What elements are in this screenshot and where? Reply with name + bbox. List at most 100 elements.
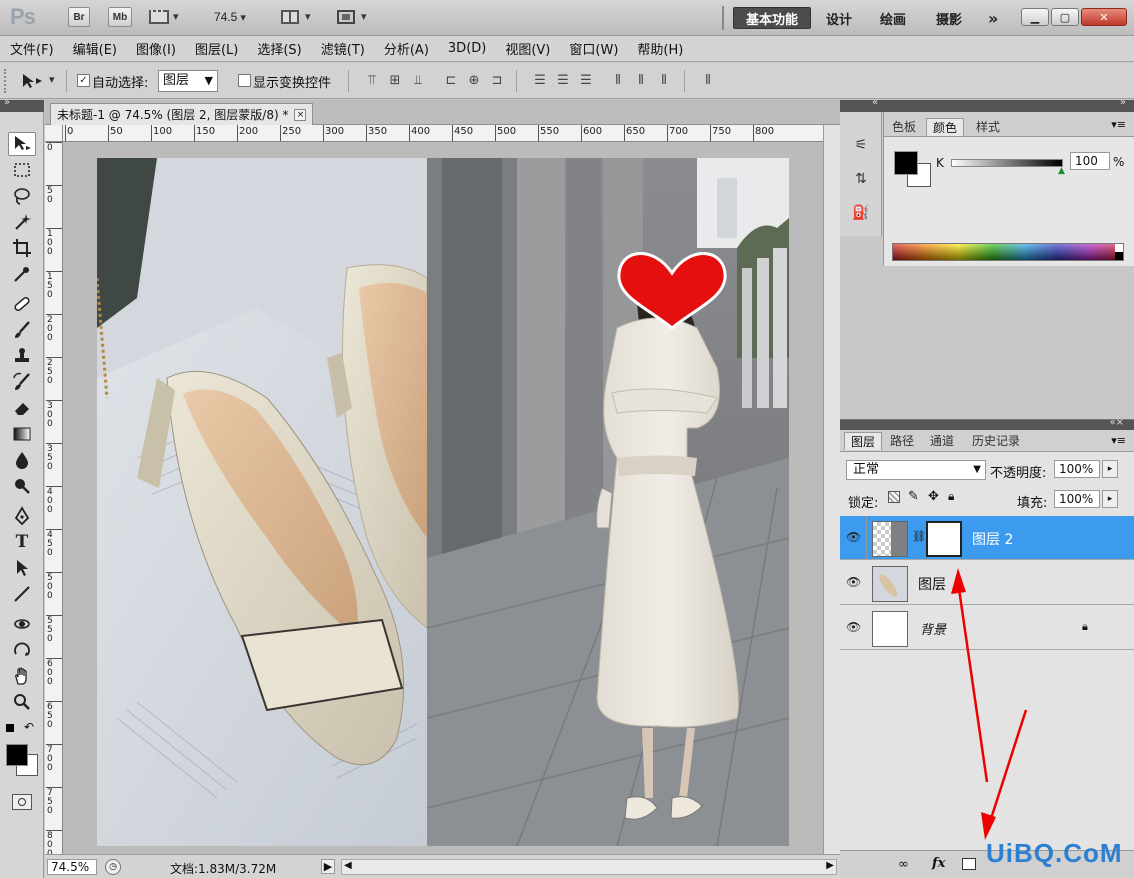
- fx-icon[interactable]: fx: [932, 856, 945, 871]
- workspace-painting-button[interactable]: 绘画: [874, 7, 912, 29]
- distribute-bottom-icon[interactable]: ☰: [578, 73, 594, 89]
- distribute-right-icon[interactable]: ⦀: [656, 73, 672, 89]
- opacity-input[interactable]: 100%: [1054, 460, 1100, 478]
- distribute-left-icon[interactable]: ⦀: [610, 73, 626, 89]
- ruler-origin[interactable]: [45, 125, 63, 142]
- healing-brush-tool[interactable]: [8, 292, 36, 316]
- link-layers-icon[interactable]: ∞: [898, 857, 909, 872]
- color-spectrum-bar[interactable]: [892, 243, 1124, 261]
- tab-channels[interactable]: 通道: [924, 432, 960, 450]
- opacity-slider-button[interactable]: ▸: [1102, 460, 1118, 478]
- more-workspaces-button[interactable]: »: [982, 7, 1004, 29]
- view-extras-dropdown[interactable]: [148, 8, 184, 28]
- distribute-vcenter-icon[interactable]: ☰: [555, 73, 571, 89]
- layer-name[interactable]: 图层 2: [972, 529, 1013, 549]
- layer-row-layer2[interactable]: 👁︎ ⛓︎ 图层 2: [840, 516, 1134, 560]
- status-zoom-input[interactable]: 74.5%: [47, 859, 97, 875]
- right-dock-header[interactable]: « »: [840, 97, 1134, 112]
- canvas-area[interactable]: [63, 142, 823, 854]
- menu-filter[interactable]: 滤镜(T): [321, 39, 365, 58]
- menu-image[interactable]: 图像(I): [136, 39, 176, 58]
- clone-stamp-tool[interactable]: [8, 344, 36, 368]
- menu-select[interactable]: 选择(S): [257, 39, 301, 58]
- auto-select-checkbox[interactable]: ✓: [77, 74, 90, 87]
- distribute-top-icon[interactable]: ☰: [532, 73, 548, 89]
- eye-icon[interactable]: 👁︎: [846, 575, 862, 589]
- menu-3d[interactable]: 3D(D): [448, 41, 486, 56]
- menu-help[interactable]: 帮助(H): [637, 39, 683, 58]
- tab-color[interactable]: 颜色: [926, 118, 965, 136]
- eye-icon[interactable]: 👁︎: [846, 620, 862, 634]
- menu-window[interactable]: 窗口(W): [569, 39, 618, 58]
- workspace-photography-button[interactable]: 摄影: [930, 7, 968, 29]
- align-hcenter-icon[interactable]: ⊕: [466, 73, 482, 89]
- bridge-button[interactable]: Br: [68, 7, 90, 27]
- tab-paths[interactable]: 路径: [884, 432, 920, 450]
- marquee-tool[interactable]: [8, 158, 36, 182]
- mini-bridge-button[interactable]: Mb: [108, 7, 132, 27]
- horizontal-scrollbar[interactable]: ◀ ▶: [341, 859, 837, 875]
- foreground-color-swatch[interactable]: [894, 151, 918, 175]
- menu-file[interactable]: 文件(F): [10, 39, 54, 58]
- hand-tool[interactable]: [8, 664, 36, 688]
- menu-analysis[interactable]: 分析(A): [384, 39, 429, 58]
- close-button[interactable]: ✕: [1081, 8, 1127, 26]
- pen-tool[interactable]: [8, 504, 36, 528]
- zoom-level-dropdown[interactable]: 74.5: [214, 10, 246, 24]
- align-vcenter-icon[interactable]: ⊞: [387, 73, 403, 89]
- history-brush-tool[interactable]: [8, 370, 36, 394]
- auto-select-dropdown[interactable]: 图层 ▼: [158, 70, 218, 92]
- align-left-icon[interactable]: ⊏: [443, 73, 459, 89]
- lasso-tool[interactable]: [8, 184, 36, 208]
- layer-thumbnail[interactable]: [872, 566, 908, 602]
- gradient-tool[interactable]: [8, 422, 36, 446]
- white-swatch[interactable]: [1115, 244, 1123, 252]
- k-slider[interactable]: [951, 159, 1063, 167]
- layer-thumbnail[interactable]: [872, 521, 908, 557]
- zoom-tool[interactable]: [8, 690, 36, 714]
- vertical-ruler[interactable]: 0 50 100 150 200 250 300 350 400 450 500 550 600 650 7…: [45, 142, 63, 854]
- layers-panel-header[interactable]: «×: [840, 417, 1134, 430]
- adjustments-icon[interactable]: ⚟: [850, 134, 872, 156]
- 3d-orbit-tool[interactable]: [8, 638, 36, 662]
- quick-mask-button[interactable]: [12, 794, 32, 810]
- screen-mode-dropdown[interactable]: [336, 8, 372, 28]
- arrange-documents-dropdown[interactable]: [280, 8, 316, 28]
- layer-mask-thumbnail[interactable]: [926, 521, 962, 557]
- blur-tool[interactable]: [8, 448, 36, 472]
- brush-tool[interactable]: [8, 318, 36, 342]
- distribute-hcenter-icon[interactable]: ⦀: [633, 73, 649, 89]
- workspace-essentials-button[interactable]: 基本功能: [733, 7, 811, 29]
- slider-handle-icon[interactable]: ▲: [1058, 166, 1065, 176]
- status-clock-icon[interactable]: ◷: [105, 859, 121, 875]
- tab-layers[interactable]: 图层: [844, 432, 883, 450]
- line-tool[interactable]: [8, 582, 36, 606]
- vertical-scrollbar[interactable]: [823, 125, 840, 854]
- eraser-tool[interactable]: [8, 396, 36, 420]
- document-tab[interactable]: 未标题-1 @ 74.5% (图层 2, 图层蒙版/8) * ×: [50, 103, 314, 125]
- layer-thumbnail[interactable]: [872, 611, 908, 647]
- swap-colors-icon[interactable]: ↶: [24, 720, 34, 734]
- horizontal-ruler[interactable]: 0 50 100 150 200 250 300 350 400 450 500 550 600 650 7…: [63, 125, 823, 142]
- fill-slider-button[interactable]: ▸: [1102, 490, 1118, 508]
- lock-position-icon[interactable]: ✥: [928, 489, 939, 504]
- blend-mode-dropdown[interactable]: 正常 ▼: [846, 460, 986, 480]
- tab-history[interactable]: 历史记录: [966, 432, 1026, 450]
- 3d-rotate-tool[interactable]: [8, 612, 36, 636]
- eyedropper-tool[interactable]: [8, 262, 36, 286]
- maximize-button[interactable]: ▢: [1051, 8, 1079, 26]
- fill-input[interactable]: 100%: [1054, 490, 1100, 508]
- tools-panel-header[interactable]: »: [0, 97, 44, 112]
- lock-brush-icon[interactable]: ✎: [908, 489, 919, 504]
- type-tool[interactable]: T: [8, 530, 36, 554]
- default-colors-button[interactable]: ↶: [6, 720, 36, 738]
- auto-align-icon[interactable]: ⦀: [700, 73, 716, 89]
- tab-styles[interactable]: 样式: [970, 118, 1006, 136]
- actions-icon[interactable]: ⇅: [850, 168, 872, 190]
- show-transform-checkbox[interactable]: [238, 74, 251, 87]
- tab-swatches[interactable]: 色板: [886, 118, 922, 136]
- dodge-tool[interactable]: [8, 474, 36, 498]
- link-icon[interactable]: ⛓︎: [912, 530, 926, 543]
- foreground-color-swatch[interactable]: [6, 744, 28, 766]
- scroll-left-icon[interactable]: ◀: [344, 860, 352, 871]
